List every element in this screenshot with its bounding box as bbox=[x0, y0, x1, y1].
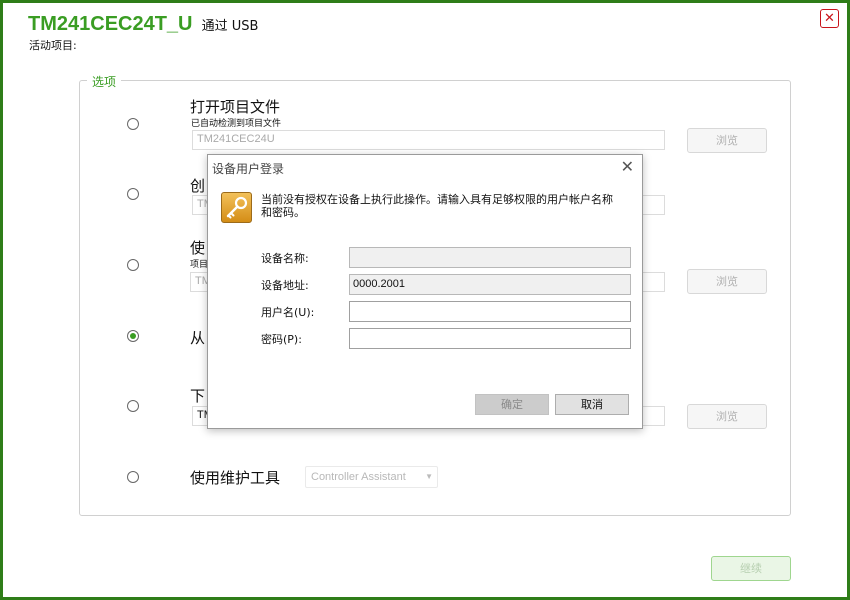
username-input[interactable] bbox=[349, 301, 631, 322]
chevron-down-icon: ▼ bbox=[425, 472, 433, 481]
connection-type: 通过 USB bbox=[201, 19, 259, 34]
maintenance-tool-value: Controller Assistant bbox=[311, 471, 406, 483]
dialog-message: 当前没有授权在设备上执行此操作。请输入具有足够权限的用户帐户名称和密码。 bbox=[261, 193, 613, 219]
window-close-button[interactable]: ✕ bbox=[820, 9, 839, 28]
option-3-hint: 项目 bbox=[190, 260, 209, 270]
maintenance-tool-select[interactable]: Controller Assistant ▼ bbox=[305, 466, 438, 488]
device-name-field bbox=[349, 247, 631, 268]
radio-open-project[interactable] bbox=[127, 118, 139, 130]
password-input[interactable] bbox=[349, 328, 631, 349]
key-icon bbox=[221, 192, 252, 223]
device-name-title: TM241CEC24T_U bbox=[28, 13, 193, 35]
browse-button-1[interactable]: 浏览 bbox=[687, 128, 767, 153]
radio-option-5[interactable] bbox=[127, 400, 139, 412]
option-5-label: 下 bbox=[190, 387, 206, 405]
device-login-dialog: 设备用户登录 ✕ 当前没有授权在设备上执行此操作。请输入具有足够权限的用户帐户名… bbox=[207, 154, 643, 429]
radio-option-4[interactable] bbox=[127, 330, 139, 342]
password-label: 密码(P): bbox=[261, 333, 302, 346]
option-3-label: 使 bbox=[190, 239, 206, 257]
project-file-field[interactable]: TM241CEC24U bbox=[192, 130, 665, 150]
device-address-field: 0000.2001 bbox=[349, 274, 631, 295]
ok-button[interactable]: 确定 bbox=[475, 394, 549, 415]
radio-option-2[interactable] bbox=[127, 188, 139, 200]
browse-button-2[interactable]: 浏览 bbox=[687, 269, 767, 294]
close-icon: ✕ bbox=[620, 157, 634, 176]
window-title: TM241CEC24T_U 通过 USB bbox=[28, 13, 258, 36]
cancel-button[interactable]: 取消 bbox=[555, 394, 629, 415]
browse-button-3[interactable]: 浏览 bbox=[687, 404, 767, 429]
active-project-label: 活动项目: bbox=[29, 39, 77, 52]
option-open-project-hint: 已自动检测到项目文件 bbox=[191, 119, 282, 129]
username-label: 用户名(U): bbox=[261, 306, 315, 319]
close-icon: ✕ bbox=[824, 11, 835, 26]
option-2-label: 创 bbox=[190, 177, 206, 195]
maintenance-tool-label: 使用维护工具 bbox=[190, 469, 281, 487]
device-address-label: 设备地址: bbox=[261, 279, 309, 292]
continue-button[interactable]: 继续 bbox=[711, 556, 791, 581]
dialog-close-button[interactable]: ✕ bbox=[621, 157, 634, 176]
option-open-project-label: 打开项目文件 bbox=[190, 98, 281, 116]
dialog-title: 设备用户登录 bbox=[212, 162, 285, 176]
radio-maintenance-tool[interactable] bbox=[127, 471, 139, 483]
device-name-label: 设备名称: bbox=[261, 252, 309, 265]
option-4-label: 从 bbox=[190, 329, 206, 347]
options-legend: 选项 bbox=[87, 73, 122, 90]
radio-option-3[interactable] bbox=[127, 259, 139, 271]
